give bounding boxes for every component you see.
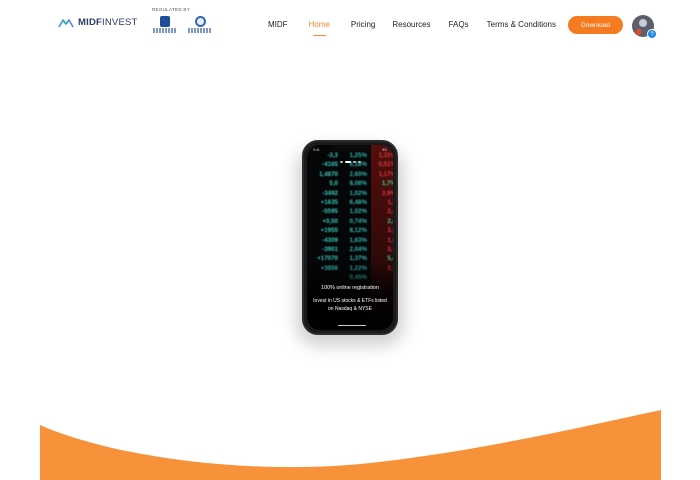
midf-logo-mark-icon <box>58 18 74 27</box>
screen-fade-overlay <box>307 260 393 330</box>
slide-subtitle: Invest in US stocks & ETFs listed on Nas… <box>313 298 387 312</box>
phone-status-bar: 9:41 5G <box>313 148 387 152</box>
securities-commission-logo-icon <box>153 16 177 38</box>
phone-screen: 9:41 5G -3,3 -4165 1,4870 5,0 -3492 +1635 -559… <box>307 145 393 330</box>
ticker-right-value: 3,9% <box>381 189 393 197</box>
ticker-left-value: -5595 <box>322 208 338 216</box>
carousel-dots[interactable] <box>307 161 393 163</box>
ticker-left-value: -4309 <box>322 236 338 244</box>
ticker-left-value: -3492 <box>322 189 338 197</box>
ticker-middle-value: 1,63% <box>349 236 367 244</box>
brand-name-light: INVEST <box>102 17 138 28</box>
ticker-middle-value: 2,60% <box>349 170 367 178</box>
status-signal: 5G <box>382 148 387 152</box>
nav-item-faqs[interactable]: FAQs <box>449 20 469 29</box>
ticker-right-value: 3,3 <box>387 227 393 235</box>
nav-item-pricing[interactable]: Pricing <box>351 20 375 29</box>
ticker-right-value: 3,1 <box>387 246 393 254</box>
nav-item-resources[interactable]: Resources <box>392 20 430 29</box>
orange-wave-decoration <box>40 410 661 480</box>
ticker-right-value: 1,3 <box>387 199 393 207</box>
ticker-right-value: 1,7% <box>381 180 393 188</box>
ticker-left-value: +1635 <box>320 199 338 207</box>
midf-invest-logo[interactable]: MIDFINVEST <box>58 17 138 28</box>
ticker-column-right: 1,31%0,51%1,17%1,7%3,9%1,32,42,43,31,53,… <box>368 151 393 273</box>
brand-name-bold: MIDF <box>78 17 103 28</box>
ticker-column-left: -3,3 -4165 1,4870 5,0 -3492 +1635 -5595 +0,50 +1… <box>308 151 338 273</box>
ticker-right-value: 1,31% <box>378 152 393 159</box>
support-agent-body-icon <box>636 29 641 35</box>
phone-mockup: 9:41 5G -3,3 -4165 1,4870 5,0 -3492 +1635 -559… <box>302 140 398 335</box>
support-agent-icon <box>639 19 647 27</box>
ticker-middle-value: 0,74% <box>349 217 367 225</box>
ticker-left-value: 1,4870 <box>319 170 338 178</box>
ticker-left-value: +0,50 <box>322 217 338 225</box>
ticker-right-value: 2,4 <box>387 217 393 225</box>
regulated-by-block: REGULATED BY <box>152 7 222 39</box>
bank-negara-logo-icon <box>188 16 212 38</box>
ticker-left-value: +1955 <box>320 227 338 235</box>
ticker-middle-value: 6,48% <box>349 199 367 207</box>
status-time: 9:41 <box>313 148 320 152</box>
help-chat-widget[interactable]: ? <box>632 15 657 39</box>
ticker-middle-value: 2,04% <box>349 246 367 254</box>
carousel-dot[interactable] <box>352 161 356 163</box>
ticker-middle-value: 8,12% <box>349 227 367 235</box>
help-badge-icon: ? <box>647 29 657 39</box>
main-menu: MIDF Home Pricing Resources FAQs Terms &… <box>268 20 556 36</box>
slide-title: 100% online registration <box>321 285 379 291</box>
ticker-right-value: 1,5 <box>387 236 393 244</box>
carousel-dot[interactable] <box>357 161 361 163</box>
ticker-middle-value: 8,08% <box>349 180 367 188</box>
nav-item-midf[interactable]: MIDF <box>268 20 288 29</box>
ticker-left-value: 5,0 <box>329 180 338 188</box>
top-navigation: MIDFINVEST REGULATED BY MIDF Home Pricin… <box>0 0 700 48</box>
carousel-dot[interactable] <box>339 161 343 163</box>
nav-item-home[interactable]: Home <box>309 20 330 36</box>
ticker-right-value: 2,4 <box>387 208 393 216</box>
brand-name: MIDFINVEST <box>78 17 138 28</box>
nav-item-terms-conditions[interactable]: Terms & Conditions <box>487 20 556 29</box>
ticker-left-value: -3901 <box>322 246 338 254</box>
carousel-dot-active[interactable] <box>344 161 351 163</box>
ticker-middle-value: 1,02% <box>349 189 367 197</box>
regulated-by-label: REGULATED BY <box>152 7 191 12</box>
ticker-middle-value: 1,25% <box>349 152 367 159</box>
download-button[interactable]: Download <box>568 16 623 34</box>
ticker-middle-value: 1,02% <box>349 208 367 216</box>
ticker-left-value: -3,3 <box>327 152 338 159</box>
ticker-right-value: 1,17% <box>378 170 393 178</box>
phone-home-indicator <box>338 324 366 326</box>
